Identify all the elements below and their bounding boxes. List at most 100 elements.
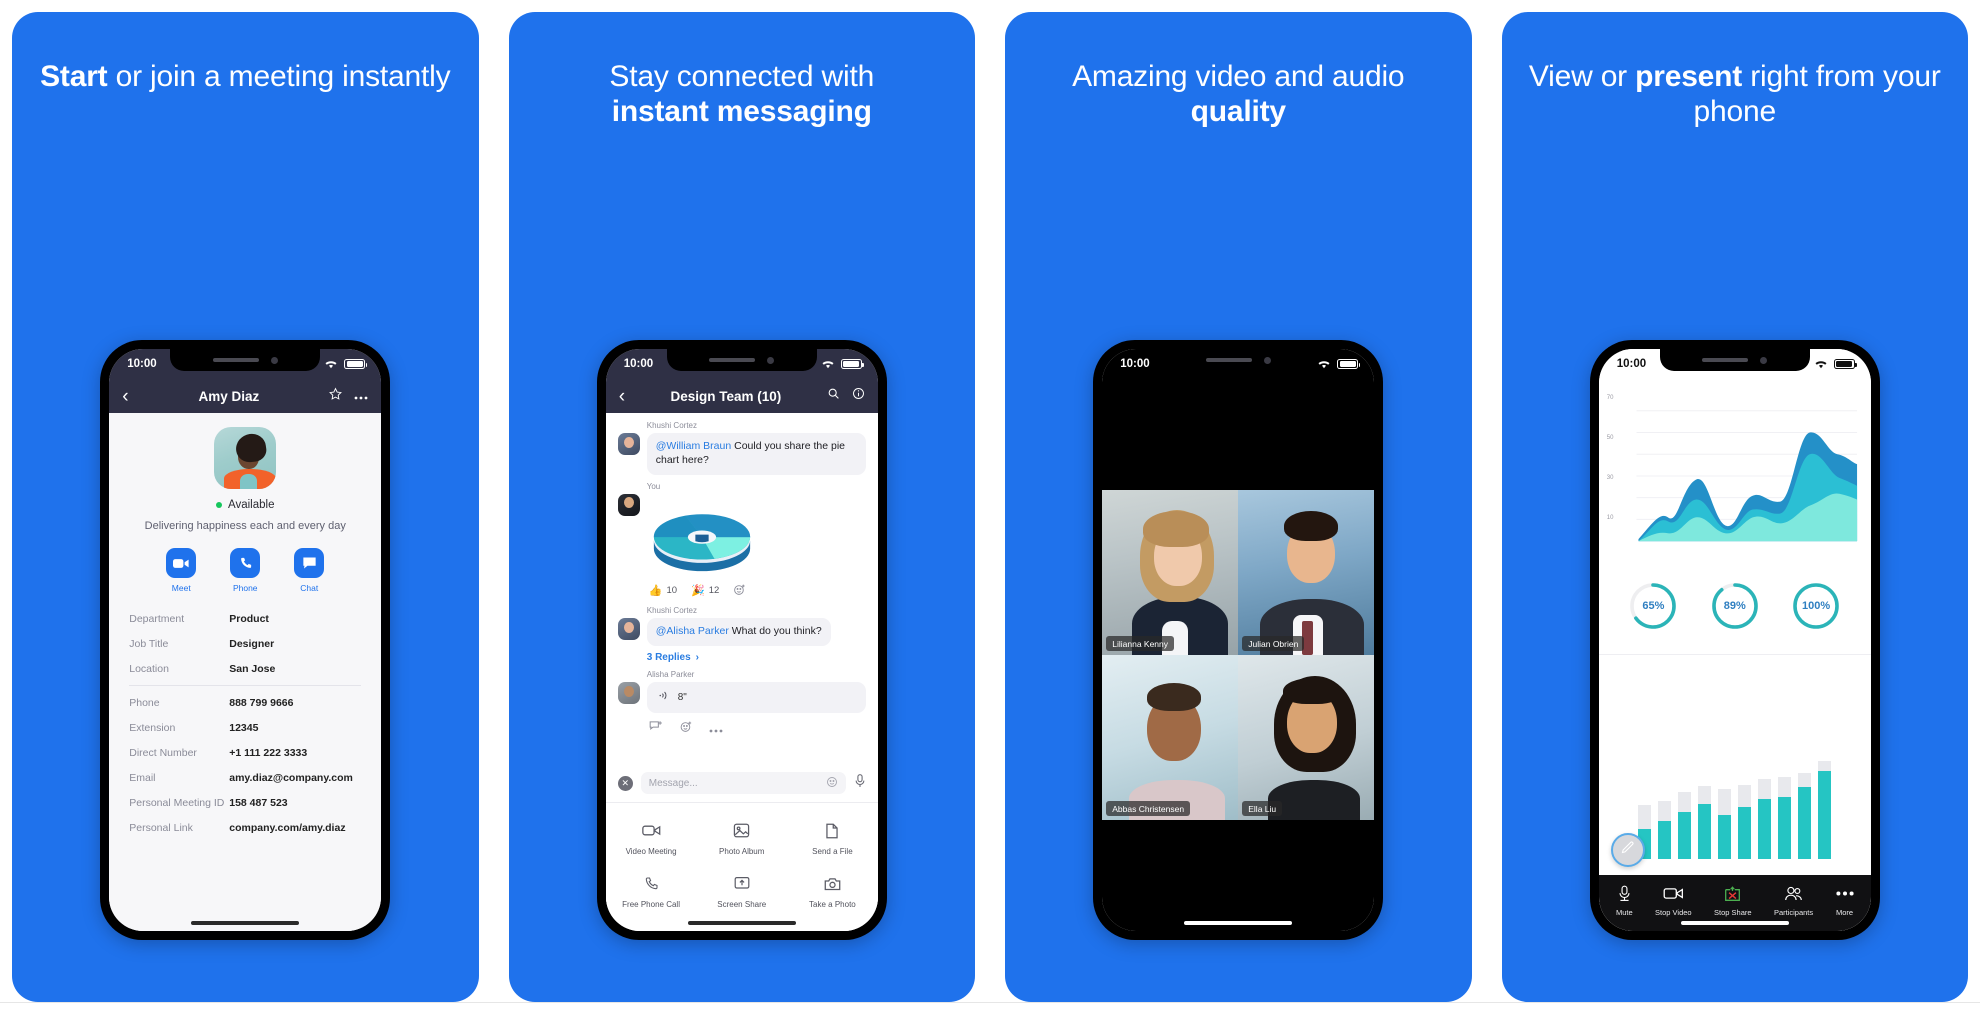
detail-key: Phone (129, 696, 160, 709)
quick-action-screen-share[interactable]: Screen Share (696, 866, 787, 917)
video-camera-icon (1655, 884, 1692, 904)
photo-icon (696, 821, 787, 840)
detail-value: amy.diaz@company.com (229, 771, 353, 784)
panel-3-headline: Amazing video and audio quality (1046, 60, 1430, 130)
quick-action-free-phone-call[interactable]: Free Phone Call (606, 866, 697, 917)
phone-mockup-3: 10:00 Lilianna Kenny Julian Obrien Abbas… (1093, 340, 1384, 940)
page-bottom-strip (0, 1002, 1980, 1020)
mute-button[interactable]: Mute (1616, 884, 1633, 917)
add-reaction-icon[interactable] (733, 583, 746, 599)
thumbs-up-icon: 👍 (648, 585, 663, 598)
phone-label: Phone (232, 583, 258, 593)
phone-call-button[interactable]: Phone (230, 548, 261, 593)
headline-rest-2: Stay connected with (609, 60, 875, 93)
reaction-party[interactable]: 🎉 12 (691, 584, 719, 597)
search-icon[interactable] (827, 387, 840, 405)
detail-key: Personal Meeting ID (129, 796, 225, 809)
phone-2-screen: 10:00 ‹ Design Team (10) Khushi Cortez @… (605, 349, 878, 931)
detail-row: Phone 888 799 9666 (129, 690, 361, 715)
participant-tile[interactable]: Ella Liu (1238, 655, 1375, 820)
message-item: You 👍 10 🎉 12 (617, 482, 866, 599)
detail-key: Extension (129, 721, 176, 734)
annotate-button[interactable] (1610, 833, 1645, 867)
detail-row: Email amy.diaz@company.com (129, 765, 361, 790)
panel-profile: Start or join a meeting instantly 10:00 (12, 12, 479, 1002)
headline-bold-3: quality (1190, 94, 1286, 128)
info-circle-icon[interactable] (852, 387, 865, 405)
front-camera-icon (1263, 356, 1271, 364)
mention[interactable]: @Alisha Parker (656, 625, 729, 637)
message-list[interactable]: Khushi Cortez @William Braun Could you s… (606, 413, 878, 766)
voice-message-bubble[interactable]: 8" (646, 681, 866, 714)
phone-mockup-1: 10:00 ‹ Amy Diaz Available Delivering ha… (100, 340, 391, 940)
ellipsis-icon[interactable] (354, 387, 368, 405)
home-indicator (1184, 920, 1293, 925)
chat-label: Chat (300, 583, 319, 593)
file-icon (787, 821, 878, 840)
chevron-left-icon[interactable]: ‹ (122, 387, 128, 406)
bar-column (1738, 785, 1752, 859)
detail-row: Direct Number +1 111 222 3333 (129, 740, 361, 765)
panel-1-headline: Start or join a meeting instantly (14, 60, 476, 95)
emoji-icon[interactable] (826, 776, 838, 791)
wifi-icon (1814, 359, 1828, 369)
bar-column (1758, 779, 1772, 859)
panel-4-headline: View or present right from your phone (1502, 60, 1969, 130)
participant-tile-active[interactable]: Julian Obrien (1238, 490, 1375, 655)
bar-column (1778, 777, 1792, 859)
message-bubble[interactable]: @Alisha Parker What do you think? (646, 617, 831, 646)
bar-column (1678, 792, 1692, 859)
chat-button[interactable]: Chat (294, 548, 325, 593)
profile-tagline: Delivering happiness each and every day (144, 520, 346, 532)
message-sender: Alisha Parker (646, 669, 695, 679)
participant-tile[interactable]: Lilianna Kenny (1102, 490, 1239, 655)
quick-action-label: Send a File (812, 847, 853, 856)
quick-action-video-meeting[interactable]: Video Meeting (606, 813, 697, 864)
phone-notch (1163, 349, 1314, 371)
battery-icon (1833, 358, 1857, 370)
message-bubble[interactable]: @William Braun Could you share the pie c… (646, 433, 866, 475)
add-reaction-icon[interactable] (679, 720, 693, 738)
toolbar-label: Participants (1773, 907, 1814, 917)
quick-action-take-photo[interactable]: Take a Photo (787, 866, 878, 917)
reaction-thumbsup[interactable]: 👍 10 (649, 584, 677, 597)
wifi-icon (821, 359, 835, 369)
meet-button[interactable]: Meet (166, 548, 197, 593)
stop-share-button[interactable]: Stop Share (1714, 884, 1752, 917)
pie-chart-image[interactable] (647, 494, 866, 577)
message-item: Khushi Cortez @Alisha Parker What do you… (617, 606, 866, 663)
donut-gauge: 100% (1790, 580, 1842, 632)
y-axis-tick: 10 (1606, 515, 1614, 521)
camera-icon (787, 874, 878, 893)
stop-video-button[interactable]: Stop Video (1655, 884, 1692, 917)
phone-notch (666, 349, 817, 371)
more-button[interactable]: More (1835, 884, 1854, 917)
chevron-left-icon[interactable]: ‹ (619, 387, 625, 406)
thread-replies-link[interactable]: 3 Replies › (647, 652, 866, 663)
profile-details: Department Product Job Title Designer Lo… (109, 606, 381, 840)
detail-value: Product (229, 612, 269, 625)
quick-action-send-file[interactable]: Send a File (787, 813, 878, 864)
close-circle-icon[interactable]: ✕ (617, 775, 633, 791)
profile-action-row: Meet Phone Chat (109, 548, 381, 593)
detail-value: 158 487 523 (229, 796, 288, 809)
microphone-icon[interactable] (854, 773, 866, 793)
participants-button[interactable]: Participants (1774, 884, 1813, 917)
meet-label: Meet (171, 583, 191, 593)
area-chart-svg (1636, 410, 1857, 542)
reply-icon[interactable] (649, 720, 663, 738)
toolbar-label: Stop Video (1655, 907, 1692, 917)
participant-tile[interactable]: Abbas Christensen (1102, 655, 1239, 820)
star-icon[interactable] (329, 387, 343, 405)
more-icon[interactable] (709, 720, 723, 738)
message-sender: Khushi Cortez (646, 421, 697, 430)
front-camera-icon (270, 356, 278, 364)
donut-value: 89% (1723, 599, 1746, 612)
mention[interactable]: @William Braun (656, 440, 731, 452)
nav-bar-1: ‹ Amy Diaz (109, 379, 382, 413)
message-input[interactable]: Message... (640, 772, 846, 794)
presence-status: Available (109, 499, 381, 511)
presentation-body: 70 50 30 10 65% 89% 100% Mute Stop Video… (1598, 379, 1871, 931)
quick-action-photo-album[interactable]: Photo Album (696, 813, 787, 864)
avatar (617, 617, 640, 640)
